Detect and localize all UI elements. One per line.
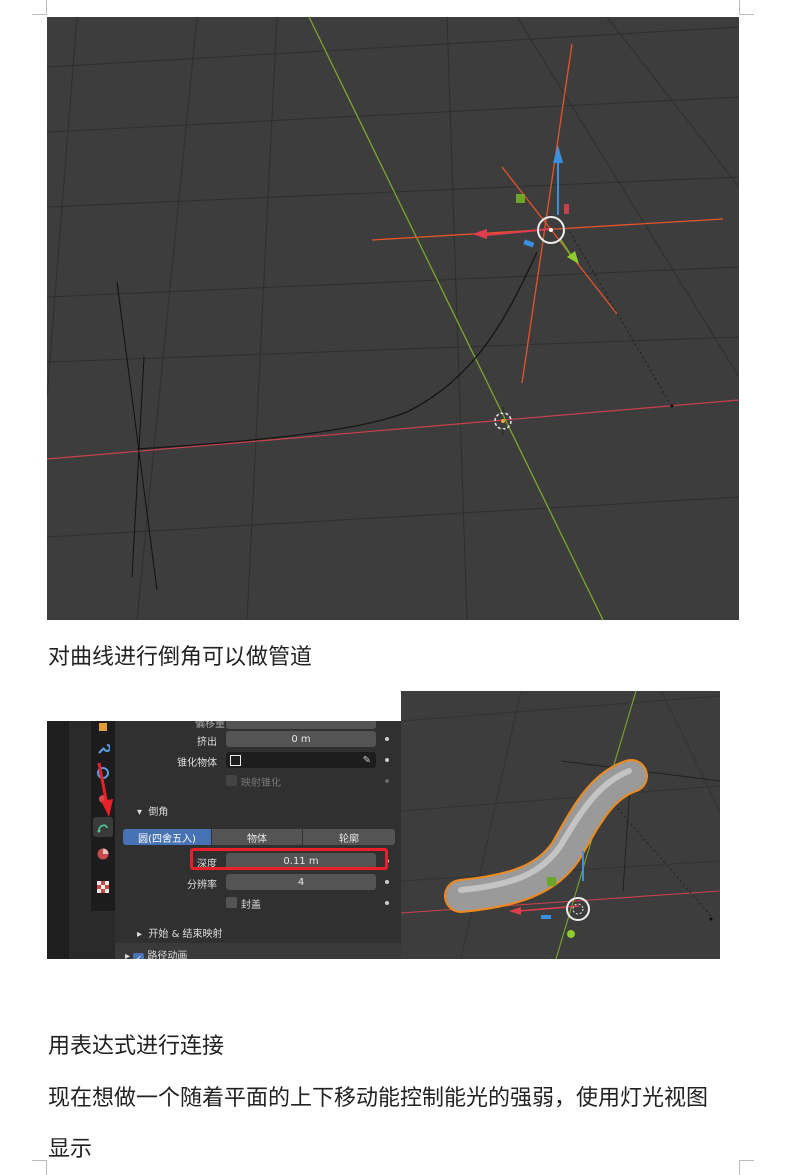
- map-taper-label: 映射锥化: [241, 778, 281, 789]
- annotation-arrow-icon: [97, 762, 113, 817]
- viewport-scene: [47, 17, 739, 620]
- paragraph-expression: 用表达式进行连接: [48, 1034, 225, 1059]
- page-corner-mark: [32, 0, 47, 15]
- bezier-curve: [136, 251, 538, 450]
- page-corner-mark: [739, 1160, 754, 1175]
- grid: [47, 17, 739, 620]
- resolution-field[interactable]: 4: [226, 874, 376, 890]
- path-animation-header[interactable]: ▸ ✓ 路径动画: [125, 947, 187, 959]
- viewport-screenshot-tube: [401, 691, 720, 959]
- page-corner-mark: [739, 0, 754, 15]
- viewport-screenshot-curve: [47, 17, 739, 620]
- object-icon[interactable]: [93, 721, 113, 737]
- clipped-offset-label: 偏移量: [195, 721, 225, 730]
- bevel-mode-profile[interactable]: 轮廓: [303, 829, 395, 845]
- extrude-label: 挤出: [197, 737, 217, 748]
- resolution-label: 分辨率: [187, 880, 217, 891]
- bevel-section-header[interactable]: ▾ 倒角: [137, 803, 168, 818]
- paragraph-bevel: 对曲线进行倒角可以做管道: [48, 645, 313, 670]
- offset-field[interactable]: [226, 721, 376, 729]
- z-arrow-icon: [553, 145, 563, 163]
- map-taper-checkbox[interactable]: [226, 775, 237, 786]
- bevel-mode-round[interactable]: 圆(四舍五入): [123, 829, 211, 845]
- path-animation-label: 路径动画: [147, 951, 188, 959]
- page-corner-mark: [32, 1160, 47, 1175]
- material-icon[interactable]: [93, 844, 113, 864]
- path-animation-checkbox[interactable]: ✓: [133, 953, 145, 959]
- bevel-section-label: 倒角: [148, 807, 169, 818]
- fill-caps-label: 封盖: [241, 900, 261, 911]
- extrude-field[interactable]: 0 m: [226, 731, 376, 747]
- x-axis-line: [47, 399, 739, 460]
- beveled-tube: [446, 761, 646, 911]
- texture-icon[interactable]: [93, 877, 113, 897]
- y-axis-line: [308, 17, 604, 620]
- depth-highlight-box: [190, 848, 388, 870]
- start-end-mapping-label: 开始 & 结束映射: [148, 929, 223, 940]
- eyedropper-icon[interactable]: ✎: [363, 755, 371, 766]
- wrench-icon[interactable]: [93, 738, 113, 758]
- fill-caps-checkbox[interactable]: [226, 897, 237, 908]
- start-end-mapping-header[interactable]: ▸ 开始 & 结束映射: [137, 925, 223, 940]
- taper-object-label: 锥化物体: [177, 758, 217, 769]
- viewport-scene-tube: [401, 691, 720, 959]
- x-arrow-icon: [472, 229, 487, 239]
- bevel-mode-object[interactable]: 物体: [212, 829, 302, 845]
- object-selector-icon: [230, 754, 241, 766]
- properties-panel-screenshot: 偏移量 挤出 0 m 锥化物体 ✎ 映射锥化 ▾ 倒角 圆(四舍五入) 物体 轮…: [47, 721, 401, 959]
- taper-object-field[interactable]: ✎: [226, 752, 376, 768]
- paragraph-light-control: 现在想做一个随着平面的上下移动能控制能光的强弱，使用灯光视图: [48, 1086, 709, 1111]
- paragraph-display: 显示: [48, 1137, 93, 1162]
